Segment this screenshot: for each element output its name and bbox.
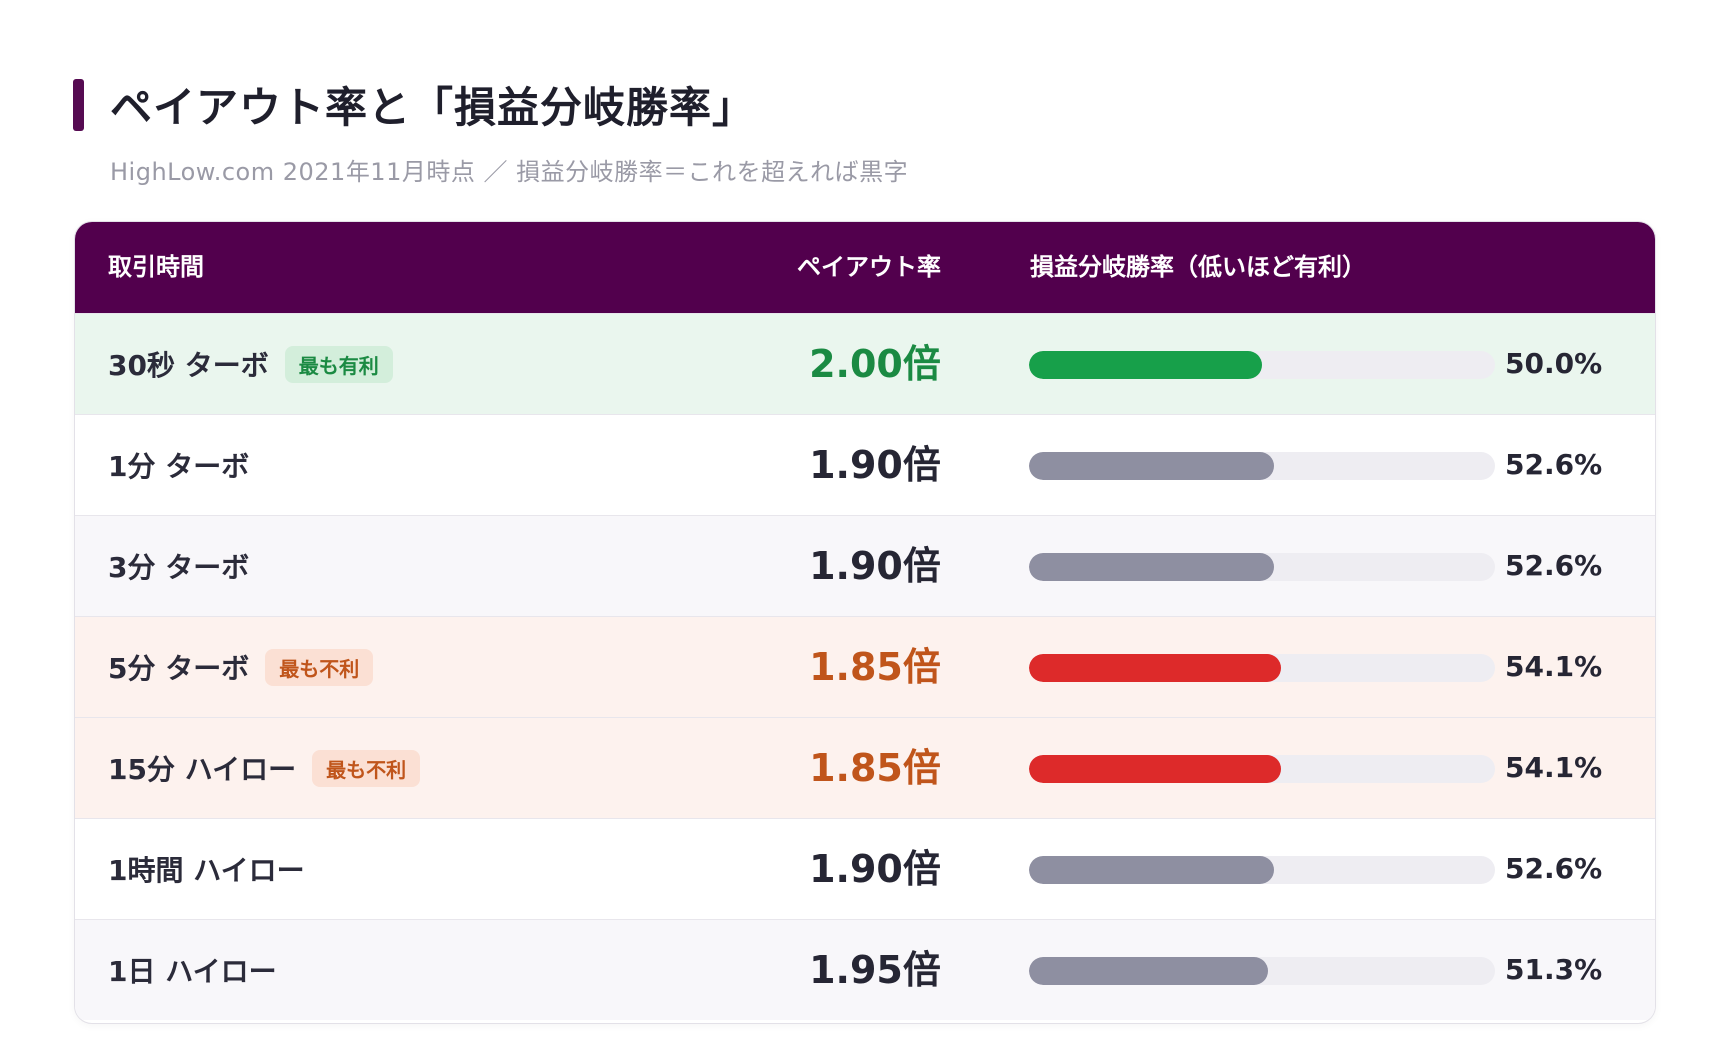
- row-label-cell: 5分 ターボ 最も不利: [108, 617, 374, 717]
- row-label: 3分 ターボ: [108, 551, 250, 584]
- table-header: 取引時間 ペイアウト率 損益分岐勝率（低いほど有利）: [75, 222, 1655, 313]
- row-label: 1時間 ハイロー: [108, 854, 305, 887]
- breakeven-bar-track: [1029, 654, 1495, 682]
- breakeven-bar-track: [1029, 553, 1495, 581]
- row-label: 5分 ターボ: [108, 652, 250, 685]
- row-label: 1日 ハイロー: [108, 955, 277, 988]
- payout-value: 1.90倍: [809, 544, 941, 588]
- breakeven-bar-fill: [1029, 654, 1282, 682]
- table-row: 1分 ターボ 1.90倍 52.6%: [75, 414, 1655, 515]
- title-block: ペイアウト率と「損益分岐勝率」: [73, 74, 755, 135]
- breakeven-rate: 51.3%: [1505, 953, 1603, 986]
- payout-value: 2.00倍: [809, 342, 941, 386]
- row-label: 30秒 ターボ: [108, 349, 269, 382]
- row-label: 15分 ハイロー: [108, 753, 297, 786]
- breakeven-rate: 52.6%: [1505, 549, 1603, 582]
- table-row: 15分 ハイロー 最も不利 1.85倍 54.1%: [75, 717, 1655, 818]
- breakeven-bar-track: [1029, 957, 1495, 985]
- worst-badge: 最も不利: [312, 749, 421, 787]
- breakeven-bar-fill: [1029, 957, 1269, 985]
- table-row: 1時間 ハイロー 1.90倍 52.6%: [75, 818, 1655, 919]
- worst-badge: 最も不利: [265, 648, 374, 686]
- row-label-cell: 15分 ハイロー 最も不利: [108, 718, 421, 818]
- breakeven-bar-fill: [1029, 452, 1275, 480]
- breakeven-bar-track: [1029, 755, 1495, 783]
- payout-value: 1.95倍: [809, 948, 941, 992]
- payout-value: 1.90倍: [809, 443, 941, 487]
- row-label-cell: 1分 ターボ: [108, 415, 249, 515]
- page-title: ペイアウト率と「損益分岐勝率」: [110, 83, 756, 132]
- breakeven-bar-fill: [1029, 351, 1262, 379]
- payout-value: 1.85倍: [809, 746, 941, 790]
- breakeven-bar-track: [1029, 351, 1495, 379]
- best-badge: 最も有利: [284, 345, 393, 383]
- table-row: 1日 ハイロー 1.95倍 51.3%: [75, 919, 1655, 1020]
- column-header-breakeven: 損益分岐勝率（低いほど有利）: [1030, 253, 1366, 281]
- breakeven-bar-fill: [1029, 553, 1275, 581]
- title-accent-bar: [73, 78, 84, 131]
- payout-value: 1.90倍: [809, 847, 941, 891]
- table-row: 30秒 ターボ 最も有利 2.00倍 50.0%: [75, 313, 1655, 414]
- breakeven-rate: 54.1%: [1505, 751, 1603, 784]
- payout-value: 1.85倍: [809, 645, 941, 689]
- row-label: 1分 ターボ: [108, 450, 250, 483]
- breakeven-bar-track: [1029, 856, 1495, 884]
- table-row: 3分 ターボ 1.90倍 52.6%: [75, 515, 1655, 616]
- breakeven-rate: 52.6%: [1505, 448, 1603, 481]
- breakeven-bar-fill: [1029, 856, 1275, 884]
- row-label-cell: 1日 ハイロー: [108, 920, 277, 1020]
- page-subtitle: HighLow.com 2021年11月時点 ／ 損益分岐勝率＝これを超えれば黒…: [110, 158, 909, 186]
- breakeven-rate: 54.1%: [1505, 650, 1603, 683]
- breakeven-bar-fill: [1029, 755, 1282, 783]
- column-header-time: 取引時間: [108, 253, 204, 281]
- column-header-payout: ペイアウト率: [797, 253, 941, 281]
- payout-table: 取引時間 ペイアウト率 損益分岐勝率（低いほど有利） 30秒 ターボ 最も有利 …: [74, 221, 1656, 1024]
- row-label-cell: 3分 ターボ: [108, 516, 249, 616]
- breakeven-bar-track: [1029, 452, 1495, 480]
- table-row: 5分 ターボ 最も不利 1.85倍 54.1%: [75, 616, 1655, 717]
- page: ペイアウト率と「損益分岐勝率」 HighLow.com 2021年11月時点 ／…: [0, 0, 1720, 1063]
- breakeven-rate: 52.6%: [1505, 852, 1603, 885]
- breakeven-rate: 50.0%: [1505, 347, 1603, 380]
- row-label-cell: 30秒 ターボ 最も有利: [108, 314, 393, 414]
- row-label-cell: 1時間 ハイロー: [108, 819, 305, 919]
